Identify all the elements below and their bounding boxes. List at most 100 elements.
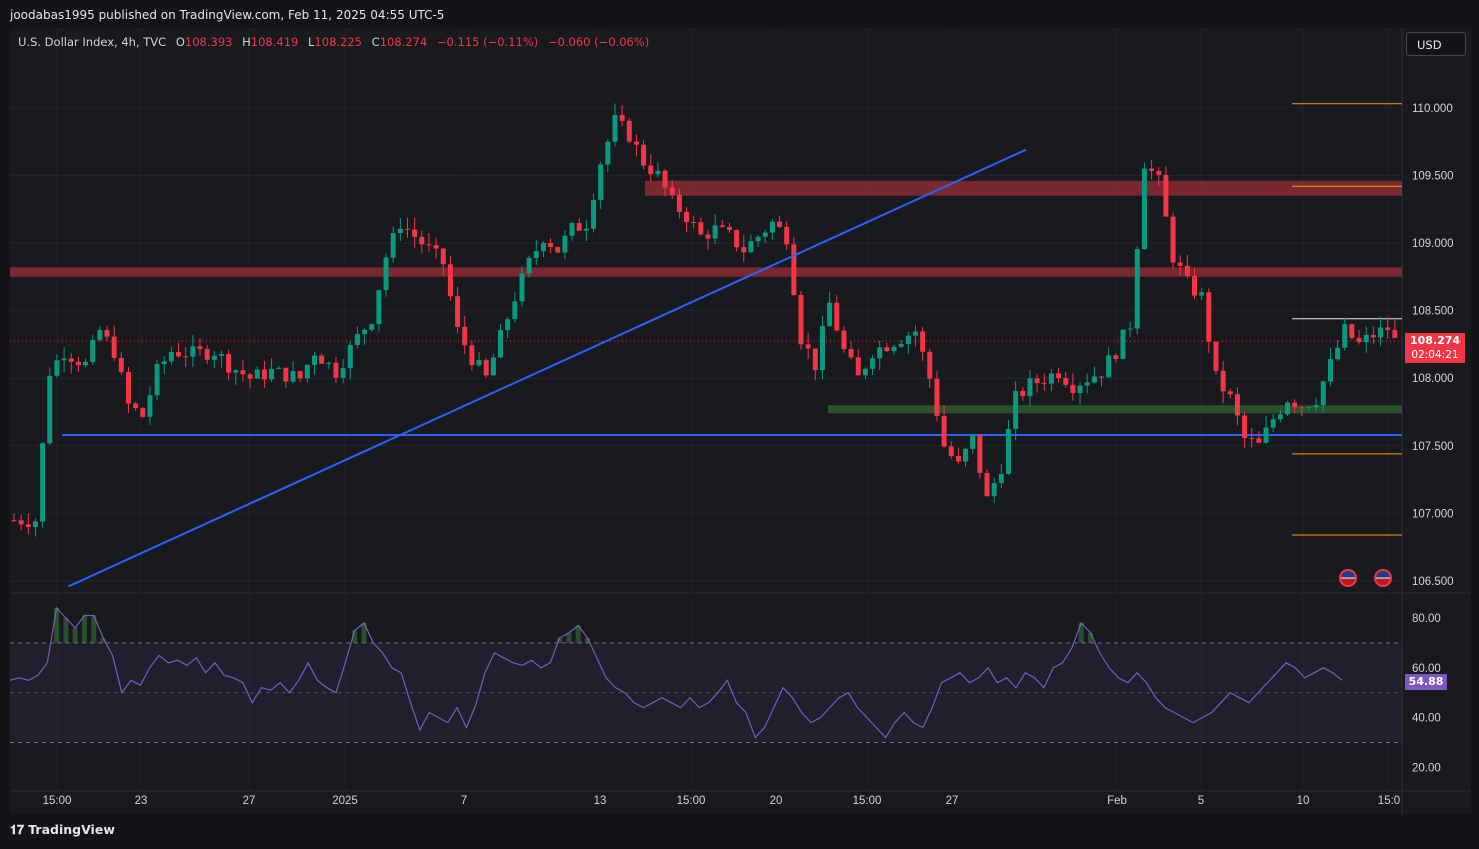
candle-body [920,331,926,352]
candle-body [32,521,38,527]
candle-body [498,330,504,358]
symbol-name[interactable]: U.S. Dollar Index, 4h, TVC [18,35,166,49]
candle-body [161,361,167,365]
candle-body [619,115,625,121]
candle-body [1220,370,1226,392]
ohlc-high: H108.419 [242,35,299,49]
us-flag-event-icon[interactable] [1339,569,1357,587]
candle-body [1177,262,1183,266]
candle-body [1077,385,1083,394]
candle-body [290,371,296,382]
candle-body [927,351,933,379]
candle-body [583,228,589,231]
last-price-value: 108.274 [1409,334,1461,347]
currency-button[interactable]: USD [1406,32,1466,56]
candle-body [426,244,432,246]
candle-body [447,264,453,297]
candle-body [118,357,124,372]
price-change-2: −0.060 (−0.06%) [547,35,650,49]
time-tick-label: 27 [946,795,959,807]
candle-body [748,241,754,253]
candle-body [1213,341,1219,371]
candle-body [569,222,575,236]
candle-body [712,225,718,239]
candle-body [648,165,654,175]
candle-body [490,357,496,376]
candle-body [40,443,46,522]
candle-body [970,434,976,449]
candle-body [576,222,582,231]
candle-body [633,141,639,145]
tradingview-logo[interactable]: 𝟏𝟕 TradingView [10,822,115,838]
candle-body [104,330,110,337]
candle-body [1163,174,1169,217]
time-tick-label: 5 [1198,795,1204,807]
candle-body [168,351,174,362]
candle-body [812,348,818,371]
candle-body [834,302,840,331]
time-tick-label: 7 [461,795,467,807]
candle-body [1227,391,1233,395]
candle-body [1156,170,1162,175]
candle-body [1034,378,1040,383]
candle-body [190,346,196,357]
candle-body [419,236,425,245]
candle-body [233,370,239,373]
candle-body [1120,329,1126,359]
candle-body [125,371,131,404]
candle-body [1063,378,1069,385]
candle-body [218,354,224,356]
candle-body [526,257,532,274]
rsi-overbought-fill [54,608,1093,643]
candle-body [440,248,446,265]
candle-body [354,334,360,346]
us-flag-event-icon-2[interactable] [1374,569,1392,587]
price-tick-label: 109.500 [1412,170,1454,182]
ohlc-low: L108.225 [308,35,362,49]
candle-body [283,367,289,382]
candle-body [741,247,747,253]
candle-body [691,222,697,224]
candle-body [1327,359,1333,382]
candle-body [362,329,368,335]
time-tick-label: 15:00 [853,795,882,807]
candle-body [1234,394,1240,416]
candle-body [941,415,947,447]
candle-body [319,355,325,364]
candle-body [1041,382,1047,384]
candle-body [54,360,60,376]
candle-body [848,349,854,358]
time-tick-label: 15:0 [1378,795,1400,807]
candle-body [1270,419,1276,428]
candle-body [1299,407,1305,409]
candle-body [684,211,690,223]
rsi-tick-label: 80.00 [1412,613,1441,625]
candle-body [383,257,389,291]
candle-body [1113,355,1119,359]
candle-body [254,369,260,379]
candle-body [240,370,246,375]
candle-body [905,335,911,344]
candle-body [948,446,954,456]
candle-body [1091,376,1097,383]
candle-body [111,336,117,358]
candle-body [977,434,983,473]
brand-name: TradingView [28,822,115,837]
candle-body [476,360,482,366]
candle-body [870,358,876,369]
candle-body [1020,390,1026,397]
rsi-value-tag: 54.88 [1405,674,1447,690]
candle-body [791,244,797,295]
candle-body [533,251,539,258]
candle-body [1005,429,1011,474]
candle-body [247,374,253,379]
candle-body [555,247,561,253]
price-tick-label: 108.000 [1412,373,1454,385]
chart-canvas[interactable]: 110.000 109.500 109.000 108.500 108.000 107.5… [0,0,1479,849]
time-tick-label: 15:00 [677,795,706,807]
bar-countdown: 02:04:21 [1411,349,1459,361]
candle-body [512,301,518,320]
candle-body [276,367,282,369]
candle-body [912,331,918,336]
candle-body [1335,347,1341,360]
